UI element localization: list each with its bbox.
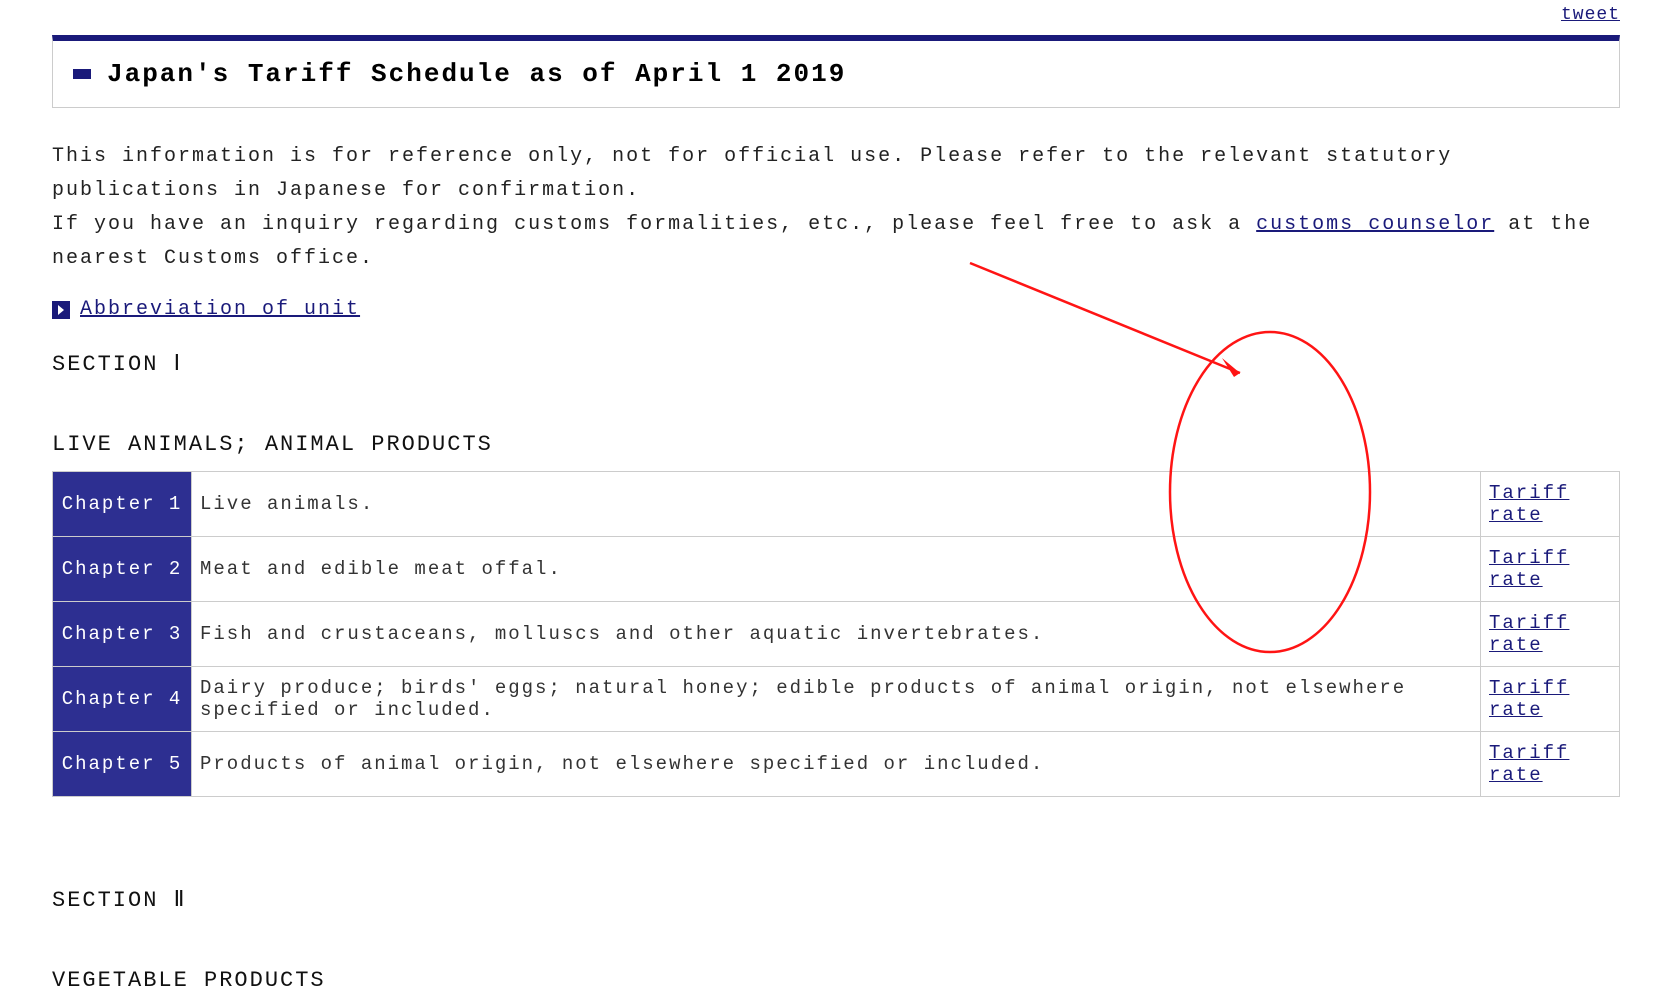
chapter-cell: Chapter 2 xyxy=(53,537,192,602)
chapter-cell: Chapter 3 xyxy=(53,602,192,667)
section-2-subtitle: VEGETABLE PRODUCTS xyxy=(52,968,1620,993)
page-title: Japan's Tariff Schedule as of April 1 20… xyxy=(107,59,846,89)
desc-cell: Dairy produce; birds' eggs; natural hone… xyxy=(192,667,1481,732)
tweet-link[interactable]: tweet xyxy=(1561,5,1620,25)
section-1-subtitle: LIVE ANIMALS; ANIMAL PRODUCTS xyxy=(52,432,1620,457)
desc-cell: Meat and edible meat offal. xyxy=(192,537,1481,602)
tariff-rate-link[interactable]: Tariff rate xyxy=(1489,742,1569,786)
table-row: Chapter 5 Products of animal origin, not… xyxy=(53,732,1620,797)
desc-cell: Fish and crustaceans, molluscs and other… xyxy=(192,602,1481,667)
chapter-cell: Chapter 1 xyxy=(53,472,192,537)
tariff-rate-link[interactable]: Tariff rate xyxy=(1489,677,1569,721)
table-row: Chapter 2 Meat and edible meat offal. Ta… xyxy=(53,537,1620,602)
chevron-right-icon xyxy=(52,301,70,319)
tariff-rate-link[interactable]: Tariff rate xyxy=(1489,612,1569,656)
desc-cell: Live animals. xyxy=(192,472,1481,537)
table-row: Chapter 4 Dairy produce; birds' eggs; na… xyxy=(53,667,1620,732)
table-row: Chapter 1 Live animals. Tariff rate xyxy=(53,472,1620,537)
section-1-label: SECTION Ⅰ xyxy=(52,351,1620,377)
chapter-cell: Chapter 5 xyxy=(53,732,192,797)
tariff-table-section1: Chapter 1 Live animals. Tariff rate Chap… xyxy=(52,471,1620,797)
page-header: Japan's Tariff Schedule as of April 1 20… xyxy=(52,35,1620,108)
header-square-icon xyxy=(73,69,91,79)
info-paragraph: This information is for reference only, … xyxy=(52,140,1620,276)
table-row: Chapter 3 Fish and crustaceans, molluscs… xyxy=(53,602,1620,667)
section-2-label: SECTION Ⅱ xyxy=(52,887,1620,913)
abbreviation-link[interactable]: Abbreviation of unit xyxy=(80,298,360,321)
info-line2a: If you have an inquiry regarding customs… xyxy=(52,213,1256,236)
tariff-rate-link[interactable]: Tariff rate xyxy=(1489,482,1569,526)
desc-cell: Products of animal origin, not elsewhere… xyxy=(192,732,1481,797)
tariff-rate-link[interactable]: Tariff rate xyxy=(1489,547,1569,591)
customs-counselor-link[interactable]: customs counselor xyxy=(1256,213,1494,236)
chapter-cell: Chapter 4 xyxy=(53,667,192,732)
info-line1: This information is for reference only, … xyxy=(52,145,1452,202)
